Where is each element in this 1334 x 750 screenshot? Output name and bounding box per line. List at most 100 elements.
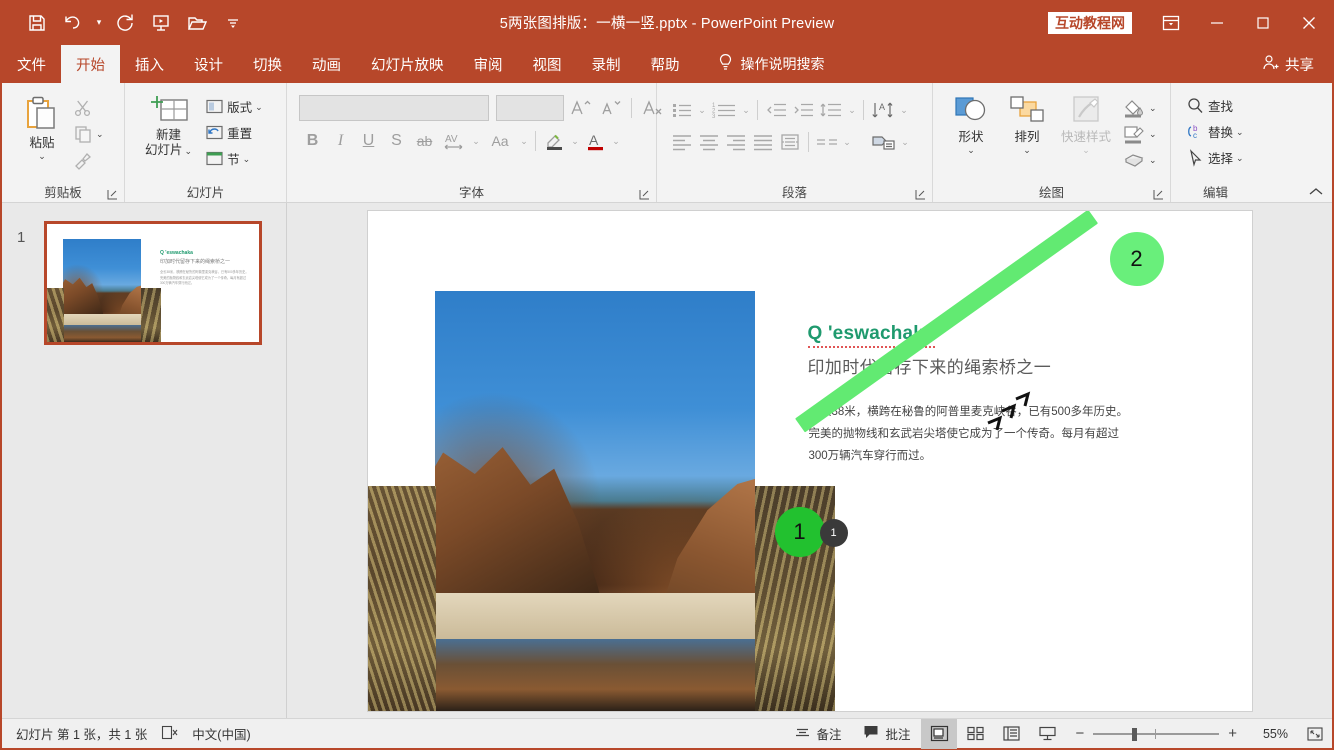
- character-spacing-dropdown-icon[interactable]: ⌄: [470, 128, 482, 154]
- quick-styles-dropdown-icon[interactable]: ⌄: [1082, 146, 1090, 155]
- accessibility-check-icon[interactable]: [161, 725, 178, 743]
- save-icon[interactable]: [20, 6, 54, 40]
- font-color-dropdown-icon[interactable]: ⌄: [610, 128, 622, 154]
- shape-fill-dropdown-icon[interactable]: ⌄: [1149, 103, 1157, 112]
- zoom-level-label[interactable]: 55%: [1246, 727, 1288, 741]
- drawing-dialog-launcher-icon[interactable]: [1153, 187, 1164, 200]
- increase-font-size-icon[interactable]: [567, 95, 594, 121]
- arrange-button[interactable]: 排列 ⌄: [1001, 93, 1053, 156]
- language-label[interactable]: 中文(中国): [192, 724, 250, 743]
- replace-dropdown-icon[interactable]: ⌄: [1236, 127, 1244, 136]
- thumbnail-item[interactable]: 1 Q 'eswachaka 印加时代留存下来的绳索桥之一 全长38米，横跨在秘…: [17, 221, 262, 345]
- character-spacing-button[interactable]: AV: [439, 128, 469, 154]
- notes-button[interactable]: 备注: [783, 719, 852, 749]
- reading-view-button[interactable]: [993, 719, 1029, 749]
- tab-insert[interactable]: 插入: [120, 45, 179, 83]
- maximize-icon[interactable]: [1240, 0, 1286, 45]
- slide-sorter-view-button[interactable]: [957, 719, 993, 749]
- redo-icon[interactable]: [108, 6, 142, 40]
- select-dropdown-icon[interactable]: ⌄: [1236, 153, 1244, 162]
- shape-fill-button[interactable]: ⌄: [1119, 95, 1160, 120]
- slide-subtitle[interactable]: 印加时代留存下来的绳索桥之一: [808, 353, 1052, 378]
- slide-image-rope-bridge-right[interactable]: [754, 485, 835, 711]
- line-spacing-dropdown-icon[interactable]: ⌄: [846, 97, 858, 123]
- fit-to-window-button[interactable]: [1298, 719, 1332, 749]
- folder-open-icon[interactable]: [180, 6, 214, 40]
- clipboard-dialog-launcher-icon[interactable]: [107, 187, 118, 200]
- paste-dropdown-icon[interactable]: ⌄: [38, 152, 46, 161]
- bold-button[interactable]: B: [299, 128, 326, 154]
- text-highlight-button[interactable]: [541, 128, 568, 154]
- undo-dropdown-icon[interactable]: ▾: [92, 6, 106, 40]
- align-left-button[interactable]: [669, 129, 695, 155]
- replace-button[interactable]: b c 替换 ⌄: [1183, 119, 1247, 144]
- slide-title[interactable]: Q 'eswachaka: [807, 323, 935, 348]
- slide-editing-surface[interactable]: Q 'eswachaka 印加时代留存下来的绳索桥之一 全长38米，横跨在秘鲁的…: [367, 210, 1252, 711]
- change-case-button[interactable]: Aa: [483, 128, 517, 154]
- tab-design[interactable]: 设计: [179, 45, 238, 83]
- layout-button[interactable]: 版式 ⌄: [202, 94, 266, 119]
- close-icon[interactable]: [1286, 0, 1332, 45]
- paste-button[interactable]: 粘贴 ⌄: [16, 93, 68, 162]
- tab-home[interactable]: 开始: [61, 45, 120, 83]
- decrease-indent-button[interactable]: [763, 97, 789, 123]
- font-size-combo[interactable]: [496, 95, 564, 121]
- layout-dropdown-icon[interactable]: ⌄: [255, 102, 263, 111]
- zoom-slider[interactable]: [1093, 727, 1220, 741]
- new-slide-button[interactable]: 新建 幻灯片 ⌄: [141, 91, 196, 160]
- arrange-dropdown-icon[interactable]: ⌄: [1023, 146, 1031, 155]
- tab-file[interactable]: 文件: [2, 45, 61, 83]
- bullets-dropdown-icon[interactable]: ⌄: [696, 97, 708, 123]
- font-dialog-launcher-icon[interactable]: [639, 187, 650, 200]
- change-case-dropdown-icon[interactable]: ⌄: [518, 128, 530, 154]
- cut-button[interactable]: [70, 95, 107, 120]
- strikethrough-button[interactable]: ab: [411, 128, 438, 154]
- text-highlight-dropdown-icon[interactable]: ⌄: [569, 128, 581, 154]
- shape-outline-dropdown-icon[interactable]: ⌄: [1149, 129, 1157, 138]
- align-center-button[interactable]: [696, 129, 722, 155]
- share-button[interactable]: 共享: [1261, 45, 1332, 83]
- justify-button[interactable]: [750, 129, 776, 155]
- decrease-font-size-icon[interactable]: [597, 95, 624, 121]
- reset-button[interactable]: 重置: [202, 120, 266, 145]
- find-button[interactable]: 查找: [1183, 93, 1247, 118]
- tab-slideshow[interactable]: 幻灯片放映: [356, 45, 459, 83]
- zoom-control[interactable]: − + 55%: [1065, 725, 1298, 742]
- select-button[interactable]: 选择 ⌄: [1183, 145, 1247, 170]
- zoom-out-button[interactable]: −: [1075, 725, 1084, 742]
- copy-dropdown-icon[interactable]: ⌄: [96, 129, 104, 138]
- section-button[interactable]: 节 ⌄: [202, 146, 266, 171]
- slide-body-text[interactable]: 全长38米，横跨在秘鲁的阿普里麦克峡谷，已有500多年历史。 完美的抛物线和玄武…: [809, 401, 1149, 467]
- section-dropdown-icon[interactable]: ⌄: [243, 154, 251, 163]
- customize-quick-access-icon[interactable]: [216, 6, 250, 40]
- columns-button[interactable]: [814, 129, 840, 155]
- shapes-dropdown-icon[interactable]: ⌄: [967, 146, 975, 155]
- font-name-combo[interactable]: [299, 95, 489, 121]
- increase-indent-button[interactable]: [790, 97, 816, 123]
- numbering-dropdown-icon[interactable]: ⌄: [740, 97, 752, 123]
- tab-view[interactable]: 视图: [518, 45, 577, 83]
- slideshow-view-button[interactable]: [1029, 719, 1065, 749]
- ribbon-options-icon[interactable]: [1148, 0, 1194, 45]
- smartart-dropdown-icon[interactable]: ⌄: [899, 129, 911, 155]
- collapse-ribbon-icon[interactable]: [1308, 185, 1324, 200]
- shape-effects-button[interactable]: ⌄: [1119, 147, 1160, 172]
- tab-transitions[interactable]: 切换: [238, 45, 297, 83]
- new-slide-dropdown-icon[interactable]: ⌄: [185, 146, 193, 155]
- copy-button[interactable]: ⌄: [70, 121, 107, 146]
- comments-button[interactable]: 批注: [852, 719, 921, 749]
- align-right-button[interactable]: [723, 129, 749, 155]
- convert-to-smartart-button[interactable]: [870, 129, 898, 155]
- format-painter-button[interactable]: [70, 147, 107, 172]
- slide-image-rope-bridge-left[interactable]: [367, 485, 436, 711]
- normal-view-button[interactable]: [921, 718, 958, 749]
- italic-button[interactable]: I: [327, 128, 354, 154]
- columns-dropdown-icon[interactable]: ⌄: [841, 129, 853, 155]
- tell-me-search[interactable]: 操作说明搜索: [717, 45, 825, 83]
- tab-animations[interactable]: 动画: [297, 45, 356, 83]
- shape-outline-button[interactable]: ⌄: [1119, 121, 1160, 146]
- tab-help[interactable]: 帮助: [636, 45, 695, 83]
- tab-review[interactable]: 审阅: [459, 45, 518, 83]
- slide-thumbnail-panel[interactable]: 1 Q 'eswachaka 印加时代留存下来的绳索桥之一 全长38米，横跨在秘…: [2, 203, 287, 718]
- minimize-icon[interactable]: [1194, 0, 1240, 45]
